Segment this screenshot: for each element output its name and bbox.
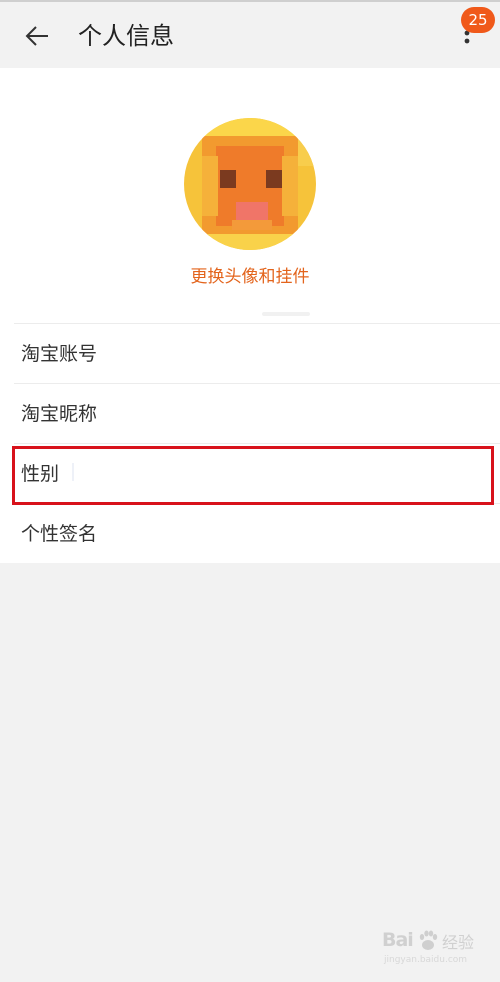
page-title: 个人信息	[78, 22, 174, 50]
watermark-brand: Bai	[382, 929, 414, 951]
watermark-jingyan: 经验	[442, 933, 475, 952]
pixelated-avatar-image	[184, 118, 316, 250]
change-avatar-link[interactable]: 更换头像和挂件	[0, 262, 500, 287]
list-item-taobao-account[interactable]: 淘宝账号	[0, 324, 500, 384]
list-item-label: 淘宝昵称	[21, 403, 98, 425]
avatar-label-shadow	[262, 312, 310, 316]
list-item-label: 淘宝账号	[21, 343, 98, 365]
paw-icon	[419, 930, 438, 950]
baidu-jingyan-watermark: Bai 经验 jingyan.baidu.com	[382, 929, 478, 969]
list-item-label: 性别	[21, 463, 60, 485]
list-item-gender[interactable]: 性别	[0, 444, 500, 504]
header-bar: 个人信息 25	[0, 2, 500, 68]
text-cursor-mark	[72, 463, 74, 481]
list-item-label: 个性签名	[21, 523, 98, 545]
list-item-signature[interactable]: 个性签名	[0, 504, 500, 564]
list-item-taobao-nickname[interactable]: 淘宝昵称	[0, 384, 500, 444]
avatar[interactable]	[182, 116, 318, 252]
watermark-url: jingyan.baidu.com	[384, 955, 468, 965]
profile-content: 更换头像和挂件 淘宝账号 淘宝昵称 性别 个性签名	[0, 68, 500, 563]
arrow-left-icon	[25, 26, 48, 46]
notification-badge[interactable]: 25	[461, 7, 495, 33]
back-button[interactable]	[22, 21, 52, 51]
